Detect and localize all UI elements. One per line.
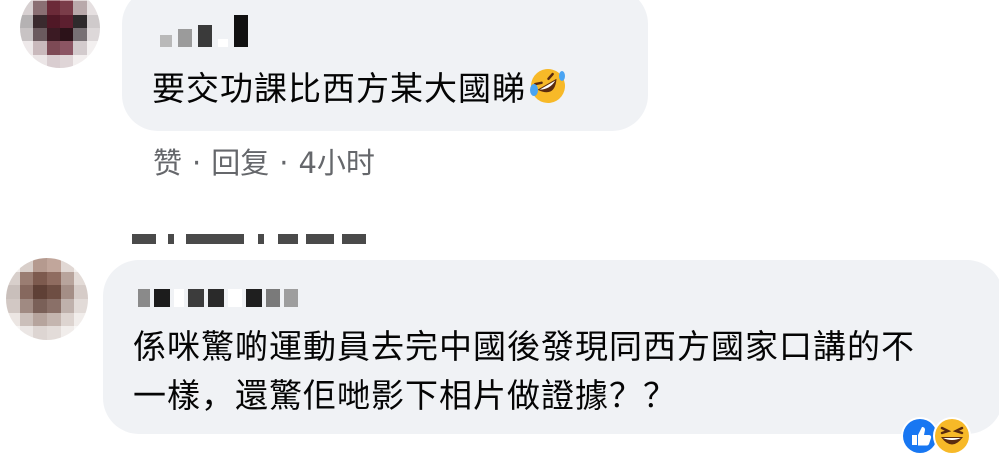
like-link[interactable]: 赞 [153, 146, 182, 180]
comment-text: 要交功課比西方某大國睇 [152, 64, 568, 119]
reaction-summary[interactable] [900, 416, 972, 460]
laughing-icon [932, 416, 972, 460]
reply-link[interactable]: 回复 [211, 146, 269, 180]
timestamp[interactable]: 4小时 [298, 146, 374, 180]
comment-line: 一樣，還驚佢哋影下相片做證據？？ [133, 376, 677, 415]
commenter-name-redacted [160, 15, 248, 47]
avatar[interactable] [6, 258, 88, 340]
separator: · [192, 146, 202, 180]
avatar[interactable] [20, 0, 100, 68]
comment-line: 係咪驚啲運動員去完中國後發現同西方國家口講的不 [133, 327, 915, 366]
comment-text: 係咪驚啲運動員去完中國後發現同西方國家口講的不 一樣，還驚佢哋影下相片做證據？？ [133, 322, 915, 420]
commenter-name-redacted [138, 289, 298, 307]
cropped-action-row [132, 234, 382, 244]
comment-actions: 赞 · 回复 · 4小时 [153, 140, 375, 182]
separator: · [279, 146, 289, 180]
rolling-on-floor-laughing-icon [528, 66, 568, 119]
